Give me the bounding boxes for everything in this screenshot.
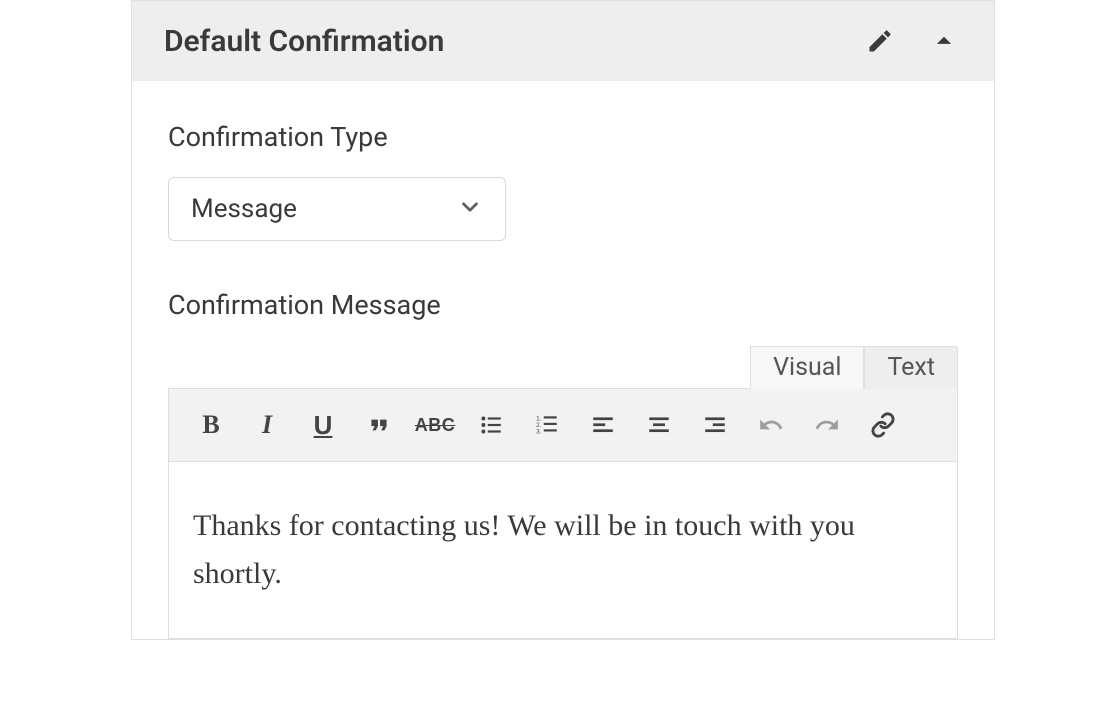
confirmation-panel: Default Confirmation Confirmation Type M… bbox=[131, 0, 995, 640]
editor-tabs: Visual Text bbox=[168, 345, 958, 388]
tab-visual[interactable]: Visual bbox=[750, 346, 864, 389]
confirmation-message-label: Confirmation Message bbox=[168, 289, 958, 321]
editor-toolbar: B I U ABC 1.2.3. bbox=[168, 388, 958, 462]
blockquote-button[interactable] bbox=[355, 401, 403, 449]
edit-icon[interactable] bbox=[862, 23, 898, 59]
align-right-button[interactable] bbox=[691, 401, 739, 449]
confirmation-type-select[interactable]: Message bbox=[168, 177, 506, 241]
panel-title: Default Confirmation bbox=[164, 24, 444, 59]
tab-text[interactable]: Text bbox=[864, 346, 958, 389]
align-left-button[interactable] bbox=[579, 401, 627, 449]
chevron-down-icon bbox=[457, 194, 483, 224]
numbered-list-button[interactable]: 1.2.3. bbox=[523, 401, 571, 449]
panel-header: Default Confirmation bbox=[132, 1, 994, 81]
panel-body: Confirmation Type Message Confirmation M… bbox=[132, 81, 994, 639]
confirmation-type-label: Confirmation Type bbox=[168, 121, 958, 153]
collapse-icon[interactable] bbox=[926, 23, 962, 59]
svg-text:3.: 3. bbox=[536, 429, 542, 436]
editor-content[interactable]: Thanks for contacting us! We will be in … bbox=[168, 462, 958, 639]
underline-button[interactable]: U bbox=[299, 401, 347, 449]
link-button[interactable] bbox=[859, 401, 907, 449]
select-value: Message bbox=[191, 194, 457, 224]
bullet-list-button[interactable] bbox=[467, 401, 515, 449]
bold-button[interactable]: B bbox=[187, 401, 235, 449]
italic-button[interactable]: I bbox=[243, 401, 291, 449]
strikethrough-button[interactable]: ABC bbox=[411, 401, 459, 449]
editor-section: Visual Text B I U ABC 1.2.3. bbox=[168, 345, 958, 639]
align-center-button[interactable] bbox=[635, 401, 683, 449]
redo-button[interactable] bbox=[803, 401, 851, 449]
header-actions bbox=[862, 23, 962, 59]
undo-button[interactable] bbox=[747, 401, 795, 449]
